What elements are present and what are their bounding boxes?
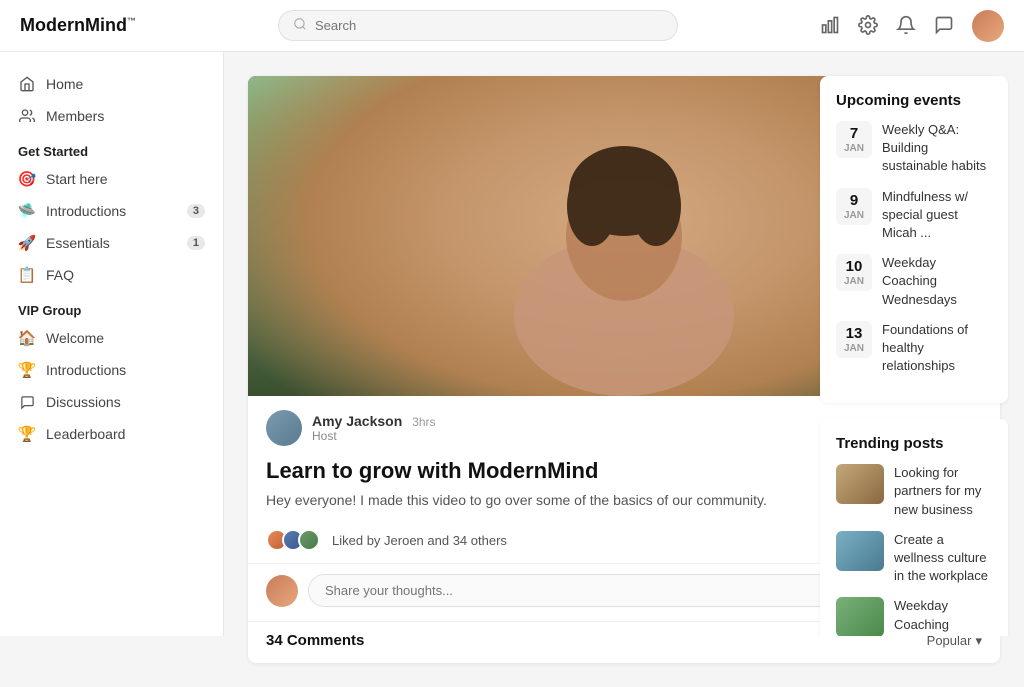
sidebar-essentials-label: Essentials [46, 235, 177, 251]
trending-thumb-1 [836, 531, 884, 571]
author-avatar [266, 410, 302, 446]
trending-list: Looking for partners for my new business… [836, 464, 992, 636]
sidebar-item-vip-introductions[interactable]: 🏆 Introductions [0, 354, 223, 386]
event-title-3: Foundations of healthy relationships [882, 321, 992, 376]
upcoming-events-title: Upcoming events [836, 92, 992, 109]
sidebar-item-welcome[interactable]: 🏠 Welcome [0, 322, 223, 354]
home-icon [18, 75, 36, 93]
author-name-time: Amy Jackson 3hrs [312, 413, 436, 429]
search-bar[interactable] [278, 10, 678, 41]
introductions-icon: 🛸 [18, 202, 36, 220]
sidebar-item-leaderboard[interactable]: 🏆 Leaderboard [0, 418, 223, 450]
event-month-3: JAN [844, 343, 864, 354]
liked-avatars [266, 529, 314, 551]
current-user-avatar [266, 575, 298, 607]
app-logo: ModernMind™ [20, 15, 136, 36]
trending-posts-widget: Trending posts Looking for partners for … [820, 419, 1008, 636]
event-item-1: 9 JAN Mindfulness w/ special guest Micah… [836, 188, 992, 243]
gear-icon[interactable] [858, 15, 880, 37]
comments-count: 34 Comments [266, 632, 364, 649]
app-layout: Home Members Get Started 🎯 Start here 🛸 … [0, 52, 1024, 687]
trending-thumb-2 [836, 597, 884, 636]
trending-item-1[interactable]: Create a wellness culture in the workpla… [836, 531, 992, 586]
event-date-box-1: 9 JAN [836, 188, 872, 225]
event-day-3: 13 [846, 325, 863, 343]
sidebar-item-introductions[interactable]: 🛸 Introductions 3 [0, 195, 223, 227]
search-input[interactable] [315, 18, 663, 33]
sidebar-discussions-label: Discussions [46, 394, 205, 410]
leaderboard-icon: 🏆 [18, 425, 36, 443]
start-here-icon: 🎯 [18, 170, 36, 188]
user-avatar[interactable] [972, 10, 1004, 42]
sidebar-item-faq[interactable]: 📋 FAQ [0, 259, 223, 291]
event-item-3: 13 JAN Foundations of healthy relationsh… [836, 321, 992, 376]
event-month-1: JAN [844, 210, 864, 221]
sidebar-start-label: Start here [46, 171, 205, 187]
sidebar-item-home[interactable]: Home [0, 68, 223, 100]
vip-introductions-icon: 🏆 [18, 361, 36, 379]
event-item-0: 7 JAN Weekly Q&A: Building sustainable h… [836, 121, 992, 176]
post-time: 3hrs [412, 415, 435, 429]
vip-group-section-header: VIP Group [0, 291, 223, 322]
introductions-badge: 3 [187, 204, 205, 218]
event-title-0: Weekly Q&A: Building sustainable habits [882, 121, 992, 176]
chart-icon[interactable] [820, 15, 842, 37]
messages-icon[interactable] [934, 15, 956, 37]
trending-title-1: Create a wellness culture in the workpla… [894, 531, 992, 586]
topnav-icon-group [820, 10, 1004, 42]
liked-avatar-3 [298, 529, 320, 551]
trending-item-0[interactable]: Looking for partners for my new business [836, 464, 992, 519]
sidebar-item-members[interactable]: Members [0, 100, 223, 132]
members-icon [18, 107, 36, 125]
essentials-icon: 🚀 [18, 234, 36, 252]
bell-icon[interactable] [896, 15, 918, 37]
top-navigation: ModernMind™ [0, 0, 1024, 52]
trending-title-0: Looking for partners for my new business [894, 464, 992, 519]
event-month-0: JAN [844, 143, 864, 154]
sidebar-members-label: Members [46, 108, 205, 124]
trending-item-2[interactable]: Weekday Coaching Wednesdays [836, 597, 992, 636]
event-date-box-0: 7 JAN [836, 121, 872, 158]
event-date-box-3: 13 JAN [836, 321, 872, 358]
event-title-2: Weekday Coaching Wednesdays [882, 254, 992, 309]
event-day-0: 7 [850, 125, 858, 143]
event-list: 7 JAN Weekly Q&A: Building sustainable h… [836, 121, 992, 375]
author-name: Amy Jackson [312, 413, 402, 429]
sidebar-faq-label: FAQ [46, 267, 205, 283]
sidebar-item-start-here[interactable]: 🎯 Start here [0, 163, 223, 195]
sidebar-leaderboard-label: Leaderboard [46, 426, 205, 442]
welcome-icon: 🏠 [18, 329, 36, 347]
upcoming-events-widget: Upcoming events 7 JAN Weekly Q&A: Buildi… [820, 76, 1008, 403]
event-title-1: Mindfulness w/ special guest Micah ... [882, 188, 992, 243]
event-date-box-2: 10 JAN [836, 254, 872, 291]
sidebar: Home Members Get Started 🎯 Start here 🛸 … [0, 52, 224, 636]
trending-title-2: Weekday Coaching Wednesdays [894, 597, 992, 636]
author-info: Amy Jackson 3hrs Host [312, 413, 436, 443]
sidebar-home-label: Home [46, 76, 205, 92]
discussions-icon [18, 393, 36, 411]
faq-icon: 📋 [18, 266, 36, 284]
event-month-2: JAN [844, 276, 864, 287]
get-started-section-header: Get Started [0, 132, 223, 163]
post-role: Host [312, 429, 436, 443]
trending-posts-title: Trending posts [836, 435, 992, 452]
person-silhouette [454, 116, 794, 396]
trending-thumb-0 [836, 464, 884, 504]
event-day-2: 10 [846, 258, 863, 276]
search-icon [293, 17, 307, 34]
event-day-1: 9 [850, 192, 858, 210]
liked-area: Liked by Jeroen and 34 others [266, 529, 507, 551]
sidebar-vip-intro-label: Introductions [46, 362, 205, 378]
liked-text: Liked by Jeroen and 34 others [332, 533, 507, 548]
sidebar-welcome-label: Welcome [46, 330, 205, 346]
event-item-2: 10 JAN Weekday Coaching Wednesdays [836, 254, 992, 309]
essentials-badge: 1 [187, 236, 205, 250]
sidebar-introductions-label: Introductions [46, 203, 177, 219]
sidebar-item-essentials[interactable]: 🚀 Essentials 1 [0, 227, 223, 259]
sidebar-item-discussions[interactable]: Discussions [0, 386, 223, 418]
right-sidebar: Upcoming events 7 JAN Weekly Q&A: Buildi… [804, 52, 1024, 636]
